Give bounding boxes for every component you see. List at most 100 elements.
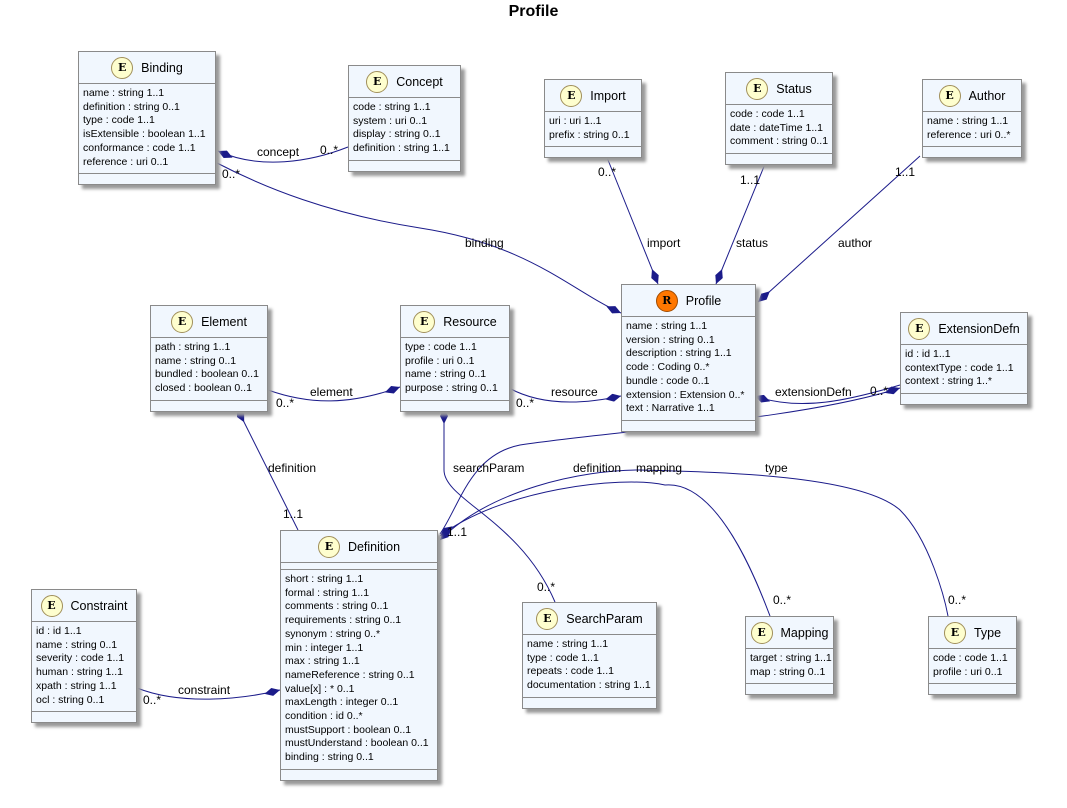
class-definition[interactable]: E Definition short : string 1..1 formal : s… <box>280 530 438 781</box>
attribute: min : integer 1..1 <box>285 641 364 654</box>
association-label: status <box>736 236 769 250</box>
attribute: name : string 0..1 <box>405 368 487 381</box>
attribute: profile : uri 0..1 <box>933 665 1003 678</box>
attribute: name : string 0..1 <box>155 354 237 367</box>
attribute: bundle : code 0..1 <box>626 374 710 387</box>
methods-compartment <box>401 401 509 411</box>
association-label: author <box>838 236 873 250</box>
entity-stereotype-icon: E <box>943 621 966 644</box>
attribute: short : string 1..1 <box>285 573 364 585</box>
attribute: nameReference : string 0..1 <box>285 668 415 681</box>
attribute: definition : string 0..1 <box>83 100 180 113</box>
association-label: definition <box>573 461 622 475</box>
attribute-list: code : code 1..1 date : dateTime 1..1 comm… <box>726 105 832 155</box>
association-label: searchParam <box>453 461 525 475</box>
class-status[interactable]: E Status code : code 1..1 date : dateTime 1… <box>725 72 833 166</box>
attribute-list: path : string 1..1 name : string 0..1 bund… <box>151 338 267 401</box>
association-label: concept <box>257 145 300 159</box>
methods-compartment <box>622 421 755 431</box>
attribute-list: uri : uri 1..1 prefix : string 0..1 <box>545 112 641 148</box>
methods-compartment <box>281 770 437 780</box>
class-mapping[interactable]: E Mapping target : string 1..1 map : string… <box>745 616 834 696</box>
class-header: R Profile <box>622 285 755 317</box>
attribute: code : Coding 0..* <box>626 361 710 374</box>
multiplicity-label: 0..* <box>222 167 241 181</box>
attribute: context : string 1..* <box>905 375 992 388</box>
class-concept[interactable]: E Concept code : string 1..1 system : uri 0… <box>348 65 461 172</box>
association-label: import <box>647 236 681 250</box>
attribute: name : string 0..1 <box>36 638 118 651</box>
class-header: E SearchParam <box>523 603 656 635</box>
attribute: contextType : code 1..1 <box>905 361 1014 374</box>
attribute: version : string 0..1 <box>626 333 715 346</box>
association-label: extensionDefn <box>775 385 852 399</box>
entity-stereotype-icon: E <box>536 607 559 630</box>
attribute-list: name : string 1..1 type : code 1..1 repeat… <box>523 635 656 698</box>
multiplicity-label: 0..* <box>948 593 967 607</box>
attribute: text : Narrative 1..1 <box>626 402 715 415</box>
class-name: Constraint <box>70 598 128 613</box>
attribute: extension : Extension 0..* <box>626 388 745 401</box>
entity-stereotype-icon: E <box>171 310 194 333</box>
attribute-list: id : id 1..1 name : string 0..1 severity :… <box>32 622 136 713</box>
class-element[interactable]: E Element path : string 1..1 name : string … <box>150 305 268 412</box>
attribute-list: code : string 1..1 system : uri 0..1 displ… <box>349 98 460 161</box>
attribute: map : string 0..1 <box>750 665 826 678</box>
attribute: purpose : string 0..1 <box>405 382 498 395</box>
attribute: prefix : string 0..1 <box>549 128 630 141</box>
multiplicity-label: 1..1 <box>283 507 304 521</box>
attribute: target : string 1..1 <box>750 652 832 664</box>
attribute: name : string 1..1 <box>927 115 1009 127</box>
attribute: name : string 1..1 <box>83 87 165 99</box>
class-name: Element <box>201 314 247 329</box>
class-import[interactable]: E Import uri : uri 1..1 prefix : string 0..… <box>544 79 642 159</box>
multiplicity-label: 0..* <box>516 396 535 410</box>
class-header: E Mapping <box>746 617 833 649</box>
entity-stereotype-icon: E <box>908 317 931 340</box>
attribute: maxLength : integer 0..1 <box>285 696 399 709</box>
class-header: E Element <box>151 306 267 338</box>
class-searchparam[interactable]: E SearchParam name : string 1..1 type : cod… <box>522 602 657 709</box>
entity-stereotype-icon: E <box>560 84 583 107</box>
attribute: severity : code 1..1 <box>36 652 125 665</box>
attribute: id : id 1..1 <box>905 348 951 360</box>
attribute: human : string 1..1 <box>36 666 123 679</box>
association-label: element <box>310 385 353 399</box>
attribute: code : code 1..1 <box>933 652 1008 664</box>
association-binding <box>214 161 622 314</box>
attribute-list: id : id 1..1 contextType : code 1..1 conte… <box>901 345 1027 395</box>
association-mapping <box>439 481 771 617</box>
class-extensiondefn[interactable]: E ExtensionDefn id : id 1..1 contextType : … <box>900 312 1028 406</box>
multiplicity-label: 1..1 <box>447 525 468 539</box>
attribute-list: short : string 1..1 formal : string 1..1 c… <box>281 570 437 770</box>
class-name: Status <box>776 81 812 96</box>
attribute: comment : string 0..1 <box>730 135 829 148</box>
attribute-list: name : string 1..1 reference : uri 0..* <box>923 112 1021 148</box>
attribute: code : code 1..1 <box>730 108 805 120</box>
class-header: E Status <box>726 73 832 105</box>
attribute-list: target : string 1..1 map : string 0..1 <box>746 649 833 685</box>
class-author[interactable]: E Author name : string 1..1 reference : uri… <box>922 79 1022 159</box>
class-header: E Definition <box>281 531 437 563</box>
class-resource[interactable]: E Resource type : code 1..1 profile : uri 0… <box>400 305 510 412</box>
resource-stereotype-icon: R <box>655 289 678 312</box>
class-header: E Concept <box>349 66 460 98</box>
attribute: path : string 1..1 <box>155 341 231 353</box>
attribute: description : string 1..1 <box>626 347 732 360</box>
attribute: isExtensible : boolean 1..1 <box>83 128 206 141</box>
class-type[interactable]: E Type code : code 1..1 profile : uri 0..1 <box>928 616 1017 696</box>
attribute: repeats : code 1..1 <box>527 665 614 678</box>
attribute: mustSupport : boolean 0..1 <box>285 723 412 736</box>
association-label: constraint <box>178 683 231 697</box>
entity-stereotype-icon: E <box>938 84 961 107</box>
attribute: type : code 1..1 <box>527 651 599 664</box>
class-name: Profile <box>685 293 722 308</box>
methods-compartment <box>746 684 833 694</box>
class-name: SearchParam <box>566 611 643 626</box>
class-name: ExtensionDefn <box>938 321 1020 336</box>
class-binding[interactable]: E Binding name : string 1..1 definition : s… <box>78 51 216 186</box>
methods-compartment <box>923 147 1021 157</box>
class-constraint[interactable]: E Constraint id : id 1..1 name : string 0..… <box>31 589 137 724</box>
entity-stereotype-icon: E <box>750 621 773 644</box>
class-profile[interactable]: R Profile name : string 1..1 version : stri… <box>621 284 756 432</box>
